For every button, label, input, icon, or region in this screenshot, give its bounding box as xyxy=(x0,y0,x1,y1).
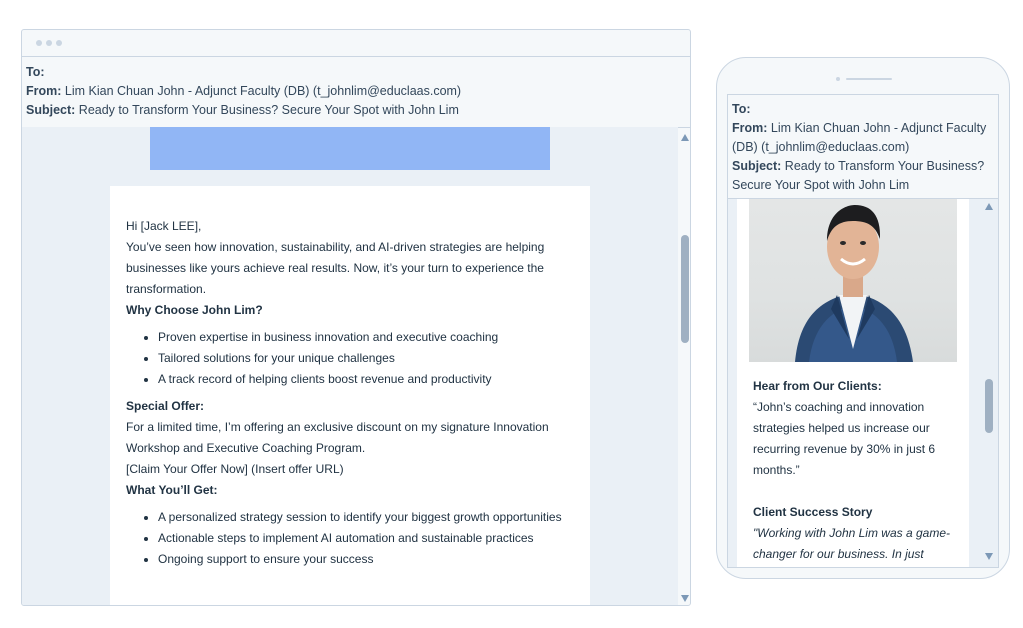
desktop-email-body[interactable]: Hi [Jack LEE], You’ve seen how innovatio… xyxy=(22,127,678,605)
scroll-down-arrow-icon[interactable] xyxy=(985,553,993,560)
window-dot xyxy=(46,40,52,46)
window-dot xyxy=(36,40,42,46)
list-item: Ongoing support to ensure your success xyxy=(158,549,574,570)
scroll-up-arrow-icon[interactable] xyxy=(985,203,993,210)
mobile-screen: To: From: Lim Kian Chuan John - Adjunct … xyxy=(727,94,999,568)
clients-heading: Hear from Our Clients: xyxy=(753,379,882,393)
intro-text: You’ve seen how innovation, sustainabili… xyxy=(126,240,545,296)
desktop-titlebar xyxy=(22,30,690,57)
speaker-slot xyxy=(846,78,892,80)
camera-icon xyxy=(836,77,840,81)
offer-text: For a limited time, I’m offering an excl… xyxy=(126,420,549,455)
list-item: Tailored solutions for your unique chall… xyxy=(158,348,574,369)
mobile-scrollbar[interactable] xyxy=(982,199,996,567)
greeting: Hi [Jack LEE], xyxy=(126,219,202,233)
subject-row: Subject: Ready to Transform Your Busines… xyxy=(732,157,994,195)
scroll-thumb[interactable] xyxy=(985,379,993,433)
portrait-illustration xyxy=(795,205,913,362)
desktop-scrollbar[interactable] xyxy=(678,127,690,605)
get-heading: What You’ll Get: xyxy=(126,483,218,497)
to-label: To: xyxy=(26,65,45,79)
from-value: Lim Kian Chuan John - Adjunct Faculty (D… xyxy=(64,84,462,98)
mobile-preview: To: From: Lim Kian Chuan John - Adjunct … xyxy=(716,57,1010,579)
from-row: From: Lim Kian Chuan John - Adjunct Facu… xyxy=(26,82,686,101)
offer-heading: Special Offer: xyxy=(126,399,205,413)
subject-value: Ready to Transform Your Business? Secure… xyxy=(78,103,459,117)
to-row: To: xyxy=(26,63,686,82)
list-item: A track record of helping clients boost … xyxy=(158,369,574,390)
scroll-down-arrow-icon[interactable] xyxy=(681,595,689,602)
why-heading: Why Choose John Lim? xyxy=(126,303,263,317)
from-value: Lim Kian Chuan John - Adjunct Faculty (D… xyxy=(732,121,987,154)
from-label: From: xyxy=(26,84,62,98)
phone-speaker xyxy=(836,77,892,81)
scroll-up-arrow-icon[interactable] xyxy=(681,134,689,141)
list-item: Actionable steps to implement AI automat… xyxy=(158,528,574,549)
profile-photo xyxy=(749,199,957,362)
window-dot xyxy=(56,40,62,46)
to-row: To: xyxy=(732,100,994,119)
mobile-email-header: To: From: Lim Kian Chuan John - Adjunct … xyxy=(728,95,998,199)
desktop-email-header: To: From: Lim Kian Chuan John - Adjunct … xyxy=(22,57,690,128)
story-heading: Client Success Story xyxy=(753,505,873,519)
offer-link: [Claim Your Offer Now] (Insert offer URL… xyxy=(126,462,344,476)
why-list: Proven expertise in business innovation … xyxy=(126,327,574,390)
to-label: To: xyxy=(732,102,751,116)
subject-label: Subject: xyxy=(732,159,782,173)
from-label: From: xyxy=(732,121,768,135)
header-banner xyxy=(150,127,550,170)
list-item: A personalized strategy session to ident… xyxy=(158,507,574,528)
desktop-preview: To: From: Lim Kian Chuan John - Adjunct … xyxy=(21,29,691,606)
from-row: From: Lim Kian Chuan John - Adjunct Facu… xyxy=(732,119,994,157)
mobile-content-card: Hear from Our Clients: “John’s coaching … xyxy=(737,199,969,567)
clients-quote: “John’s coaching and innovation strategi… xyxy=(753,400,936,477)
subject-row: Subject: Ready to Transform Your Busines… xyxy=(26,101,686,120)
scroll-thumb[interactable] xyxy=(681,235,689,343)
subject-label: Subject: xyxy=(26,103,76,117)
email-content-card: Hi [Jack LEE], You’ve seen how innovatio… xyxy=(110,186,590,605)
story-quote: "Working with John Lim was a game-change… xyxy=(753,526,950,561)
window-dots xyxy=(36,40,62,46)
get-list: A personalized strategy session to ident… xyxy=(126,507,574,570)
mobile-email-body[interactable]: Hear from Our Clients: “John’s coaching … xyxy=(728,199,998,567)
list-item: Proven expertise in business innovation … xyxy=(158,327,574,348)
